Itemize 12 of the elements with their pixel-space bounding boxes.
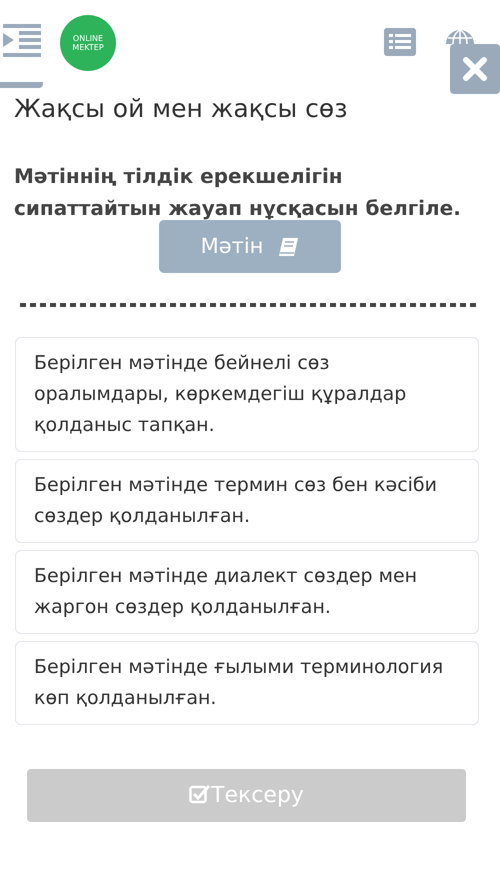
- answer-option[interactable]: Берілген мәтінде диалект сөздер мен жаргон сөздер қолданылған.: [15, 550, 479, 634]
- answer-option[interactable]: Берілген мәтінде термин сөз бен кәсіби сөздер қолданылған.: [15, 459, 479, 543]
- close-button[interactable]: [450, 44, 500, 94]
- lesson-title: Жақсы ой мен жақсы сөз: [14, 94, 349, 124]
- list-button[interactable]: [384, 28, 416, 56]
- close-icon: [463, 57, 487, 81]
- answer-option[interactable]: Берілген мәтінде ғылыми терминология көп қолданылған.: [15, 641, 479, 725]
- question-text: Мәтіннің тілдік ерекшелігін сипаттайтын жауап нұсқасын белгіле.: [14, 163, 462, 222]
- checkbox-icon: [189, 784, 212, 804]
- book-icon: [277, 236, 300, 256]
- answer-option[interactable]: Берілген мәтінде бейнелі сөз оралымдары, көркемдегіш құралдар қолданыс тапқан.: [15, 337, 479, 452]
- list-icon: [384, 28, 416, 56]
